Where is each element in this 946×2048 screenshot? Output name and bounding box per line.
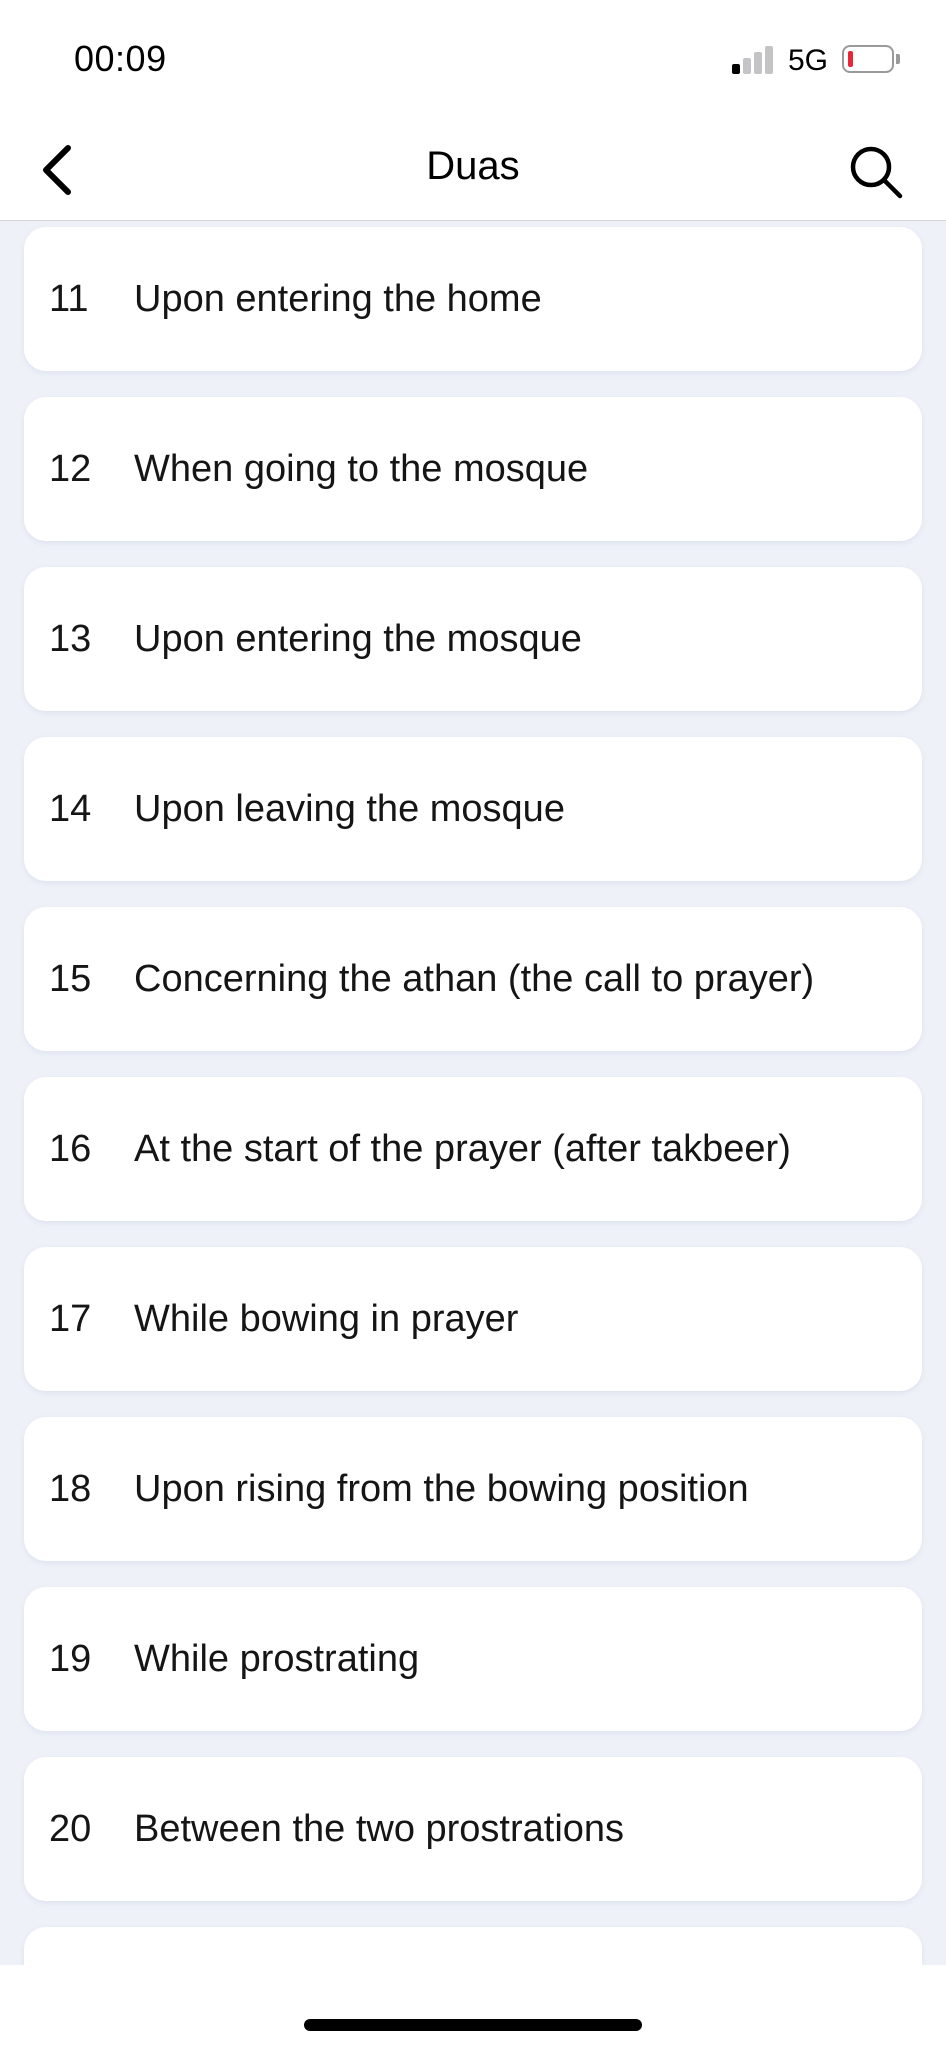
dua-list-item[interactable]: 18 Upon rising from the bowing position [24, 1417, 922, 1561]
dua-list-item[interactable]: 11 Upon entering the home [24, 227, 922, 371]
dua-number: 11 [49, 278, 89, 320]
search-icon [850, 146, 903, 199]
dua-title: While bowing in prayer [134, 1298, 519, 1340]
dua-number: 19 [49, 1638, 92, 1680]
dua-title: Upon entering the home [134, 278, 542, 320]
dua-list-item[interactable]: 17 While bowing in prayer [24, 1247, 922, 1391]
dua-list-item[interactable]: 15 Concerning the athan (the call to pra… [24, 907, 922, 1051]
network-type: 5G [788, 44, 829, 77]
dua-list-item-partial[interactable] [24, 1927, 922, 1965]
dua-title: When going to the mosque [134, 448, 589, 490]
dua-number: 18 [49, 1468, 92, 1510]
dua-title: Upon leaving the mosque [134, 788, 565, 830]
dua-title: Upon entering the mosque [134, 618, 582, 660]
dua-title: At the start of the prayer (after takbee… [134, 1128, 791, 1170]
dua-list-item[interactable]: 14 Upon leaving the mosque [24, 737, 922, 881]
dua-number: 17 [49, 1298, 92, 1340]
dua-number: 12 [49, 448, 92, 490]
dua-number: 13 [49, 618, 92, 660]
battery-low-icon [842, 45, 894, 73]
dua-list-item[interactable]: 16 At the start of the prayer (after tak… [24, 1077, 922, 1221]
bottom-safe-area [0, 1965, 946, 2048]
home-indicator[interactable] [304, 2019, 642, 2031]
duas-list[interactable]: 11 Upon entering the home 12 When going … [0, 221, 946, 1965]
dua-title: Between the two prostrations [134, 1808, 625, 1850]
battery-tip [896, 54, 900, 64]
dua-number: 16 [49, 1128, 92, 1170]
dua-number: 15 [49, 958, 92, 1000]
dua-list-item[interactable]: 13 Upon entering the mosque [24, 567, 922, 711]
dua-title: Upon rising from the bowing position [134, 1468, 749, 1510]
dua-list-item[interactable]: 20 Between the two prostrations [24, 1757, 922, 1901]
dua-title: While prostrating [134, 1638, 420, 1680]
cellular-signal-icon [732, 44, 776, 74]
dua-list-item[interactable]: 19 While prostrating [24, 1587, 922, 1731]
navigation-bar: Duas [0, 120, 946, 221]
dua-list-item[interactable]: 12 When going to the mosque [24, 397, 922, 541]
search-button[interactable] [838, 136, 914, 208]
dua-number: 20 [49, 1808, 92, 1850]
status-time: 00:09 [74, 38, 167, 79]
page-title: Duas [426, 144, 520, 188]
status-bar: 00:09 5G [0, 0, 946, 120]
dua-title: Concerning the athan (the call to prayer… [134, 958, 815, 1000]
dua-number: 14 [49, 788, 92, 830]
